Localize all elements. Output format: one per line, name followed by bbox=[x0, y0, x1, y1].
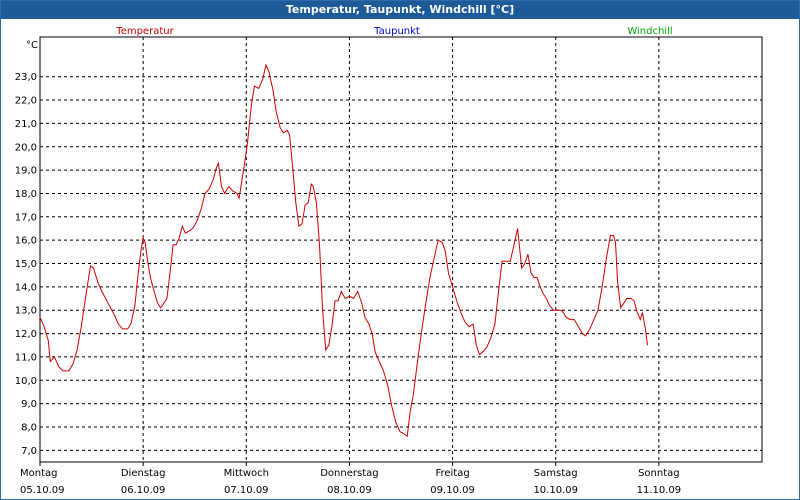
y-tick-label: 12,0 bbox=[15, 329, 37, 340]
legend-item-taupunkt: Taupunkt bbox=[373, 26, 420, 37]
y-tick-label: 22,0 bbox=[15, 96, 37, 107]
x-tick-date: 11.10.09 bbox=[637, 485, 682, 496]
x-tick-date: 07.10.09 bbox=[224, 485, 269, 496]
y-tick-label: 15,0 bbox=[15, 259, 37, 270]
x-tick-day: Freitag bbox=[435, 468, 469, 479]
x-tick-day: Donnerstag bbox=[320, 468, 378, 479]
y-tick-label: 9,0 bbox=[21, 399, 37, 410]
y-tick-label: 23,0 bbox=[15, 72, 37, 83]
x-tick-date: 08.10.09 bbox=[327, 485, 372, 496]
y-tick-label: 7,0 bbox=[21, 446, 37, 457]
y-tick-label: 11,0 bbox=[15, 352, 37, 363]
y-tick-label: 8,0 bbox=[21, 422, 37, 433]
plot-area bbox=[39, 36, 763, 463]
x-tick-day: Dienstag bbox=[121, 468, 166, 479]
y-tick-label: 14,0 bbox=[15, 282, 37, 293]
legend-item-temperatur: Temperatur bbox=[115, 26, 174, 37]
x-tick-date: 09.10.09 bbox=[430, 485, 475, 496]
x-tick-date: 05.10.09 bbox=[20, 485, 65, 496]
chart-svg: °C Temperatur Taupunkt Windchill 7,0 8,0 9… bbox=[15, 26, 763, 496]
x-tick-date: 10.10.09 bbox=[533, 485, 578, 496]
y-ticks: 7,0 8,0 9,0 10,0 11,0 12,0 13,0 14,0 15,0 16,0 17,… bbox=[15, 72, 37, 457]
y-tick-label: 18,0 bbox=[15, 189, 37, 200]
y-tick-label: 20,0 bbox=[15, 142, 37, 153]
y-tick-label: 10,0 bbox=[15, 376, 37, 387]
y-tick-label: 17,0 bbox=[15, 212, 37, 223]
y-tick-label: 16,0 bbox=[15, 236, 37, 247]
x-tick-date: 06.10.09 bbox=[121, 485, 166, 496]
legend-item-windchill: Windchill bbox=[627, 26, 672, 37]
x-tick-day: Mittwoch bbox=[224, 468, 269, 479]
y-axis-label: °C bbox=[26, 40, 38, 51]
x-ticks: Montag 05.10.09 Dienstag 06.10.09 Mittwoch 07… bbox=[20, 462, 681, 496]
x-tick-day: Samstag bbox=[534, 468, 578, 479]
x-tick-day: Montag bbox=[20, 468, 57, 479]
x-tick-day: Sonntag bbox=[638, 468, 680, 479]
y-tick-label: 19,0 bbox=[15, 166, 37, 177]
y-tick-label: 21,0 bbox=[15, 119, 37, 130]
y-tick-label: 13,0 bbox=[15, 306, 37, 317]
